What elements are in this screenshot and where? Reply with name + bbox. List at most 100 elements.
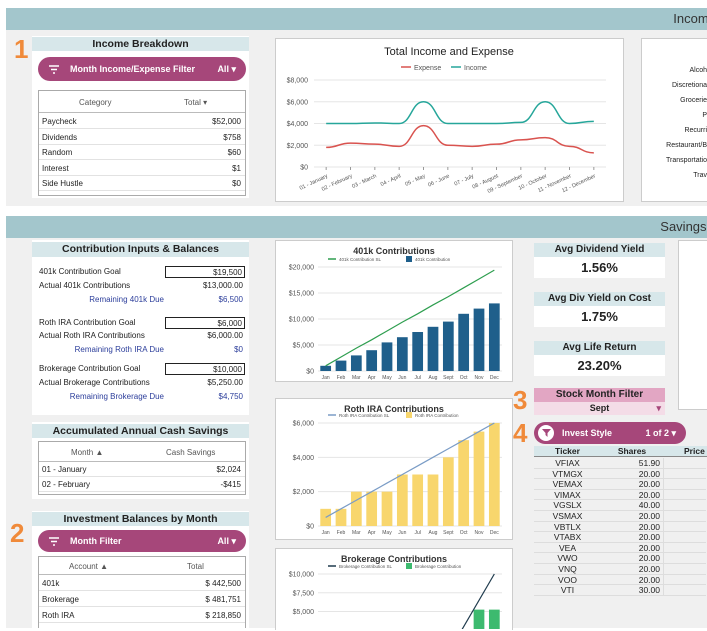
shares-cell: 20.00: [638, 532, 660, 543]
cell-divider: [663, 500, 664, 510]
invest-style-pill[interactable]: Invest Style 1 of 2 ▾: [534, 422, 686, 444]
table-row: Interest $1: [39, 161, 245, 176]
stock-row: VFIAX 51.90: [534, 458, 706, 469]
balance-cell: $ 481,751: [205, 595, 241, 604]
contribution-value: $5,250.00: [207, 378, 243, 387]
remaining-label: Remaining Roth IRA Due: [74, 345, 164, 354]
dropdown-caret-icon: ▾: [231, 63, 236, 74]
month-filter-value[interactable]: All ▾: [217, 536, 236, 547]
income-filter-label: Month Income/Expense Filter: [70, 64, 196, 74]
income-filter-value-text: All: [217, 63, 229, 74]
savings-section-banner: Savings & Inve: [6, 216, 707, 238]
legend-swatch: [406, 256, 412, 262]
col-account[interactable]: Account ▲: [69, 562, 108, 571]
income-filter-pill[interactable]: Month Income/Expense Filter All ▾: [38, 57, 246, 81]
shares-cell: 20.00: [638, 574, 660, 585]
expense-category-label: Recurri: [684, 127, 707, 134]
table-row: 01 - January $2,024: [39, 463, 245, 477]
stock-row: VBTLX 20.00: [534, 521, 706, 533]
x-tick-label: Dec: [490, 530, 499, 536]
goal-input[interactable]: $10,000: [165, 363, 245, 375]
dropdown-caret-icon: ▾: [671, 427, 676, 438]
x-tick-label: Mar: [352, 530, 361, 536]
cell-divider: [663, 542, 664, 553]
total-cell: $0: [232, 179, 241, 188]
ticker-cell: VSMAX: [552, 511, 583, 521]
stat-label: Avg Dividend Yield: [534, 243, 665, 257]
shares-cell: 20.00: [638, 468, 660, 479]
col-cash-savings[interactable]: Cash Savings: [166, 448, 215, 457]
401k-chart-card: 401k Contributions 401k Contribution SL 40…: [275, 240, 513, 382]
bar: [381, 491, 393, 526]
table-row: Dividends $758: [39, 130, 245, 145]
x-tick-label: Jan: [322, 375, 330, 381]
stock-row: VEA 20.00: [534, 542, 706, 554]
remaining-label: Remaining Brokerage Due: [69, 392, 164, 401]
investment-balances-title: Investment Balances by Month: [32, 512, 249, 526]
x-tick-label: Sept: [443, 530, 454, 536]
stat-value: 1.75%: [581, 309, 618, 324]
account-cell: Roth IRA: [42, 611, 75, 620]
bar: [412, 474, 424, 526]
cash-cell: $2,024: [216, 465, 241, 474]
col-shares[interactable]: Shares: [601, 446, 663, 456]
stock-filter-title: Stock Month Filter: [534, 388, 665, 402]
cell-divider: [663, 458, 664, 468]
bar: [473, 308, 485, 371]
series-line: [326, 100, 594, 125]
bar: [366, 491, 378, 526]
table-row: Random $60: [39, 145, 245, 160]
goal-input[interactable]: $6,000: [165, 317, 245, 329]
income-filter-value[interactable]: All ▾: [217, 64, 236, 75]
ticker-cell: VEMAX: [552, 479, 583, 490]
filter-icon: [46, 61, 62, 77]
y-tick-label: $5,000: [293, 609, 315, 616]
table-row: 02 - February -$415: [39, 478, 245, 492]
x-tick-label: 03 - March: [351, 173, 377, 190]
bar: [488, 423, 500, 526]
ticker-cell: VTMGX: [552, 468, 583, 479]
legend-label: Brokerage Contribution: [415, 564, 462, 569]
table-row: Paycheck $52,000: [39, 114, 245, 129]
col-inv-total[interactable]: Total: [187, 562, 204, 571]
contribution-label: Actual 401k Contributions: [39, 281, 131, 290]
income-banner-text: Income & Ex: [673, 11, 707, 26]
stock-row: VGSLX 40.00: [534, 500, 706, 511]
col-month-text: Month: [71, 448, 94, 457]
contribution-value: $4,750: [218, 392, 243, 401]
bar: [350, 491, 362, 526]
contributions-title: Contribution Inputs & Balances: [32, 242, 249, 257]
col-category[interactable]: Category: [79, 98, 111, 107]
col-price[interactable]: Price: [684, 446, 707, 456]
x-tick-label: Jan: [322, 530, 330, 536]
col-total[interactable]: Total ▾: [184, 98, 207, 107]
bar: [320, 508, 332, 526]
y-tick-label: $0: [306, 369, 314, 376]
y-tick-label: $10,000: [289, 317, 314, 324]
ticker-cell: VOO: [558, 574, 577, 585]
goal-input[interactable]: $19,500: [165, 266, 245, 278]
sort-up-icon: ▲: [100, 562, 109, 571]
legend-label: Roth IRA Contribution SL: [339, 413, 390, 418]
table-row: Roth IRA $ 218,850: [39, 608, 245, 623]
dropdown-caret-icon: ▾: [656, 403, 661, 413]
col-ticker[interactable]: Ticker: [534, 446, 601, 456]
stock-filter-dropdown[interactable]: Sept ▾: [534, 402, 665, 415]
expense-category-label: Transportatio: [666, 157, 707, 164]
bar: [350, 355, 362, 371]
income-table: Category Total ▾ Paycheck $52,000 Dividend…: [38, 90, 246, 196]
month-filter-pill[interactable]: Month Filter All ▾: [38, 530, 246, 552]
income-section-banner: Income & Ex: [6, 8, 707, 30]
sort-down-icon: ▾: [203, 98, 208, 107]
cell-divider: [663, 564, 664, 574]
y-tick-label: $0: [300, 165, 308, 172]
expense-category-label: Alcoh: [689, 67, 707, 74]
series-line: [460, 573, 495, 631]
col-month[interactable]: Month ▲: [71, 448, 103, 457]
stat-label: Avg Div Yield on Cost: [534, 292, 665, 306]
x-tick-label: Oct: [460, 375, 468, 381]
total-cell: $52,000: [212, 117, 241, 126]
legend-label: 401k Contribution SL: [339, 257, 382, 262]
invest-style-value[interactable]: 1 of 2 ▾: [645, 428, 676, 439]
x-tick-label: 05 - May: [404, 173, 426, 188]
